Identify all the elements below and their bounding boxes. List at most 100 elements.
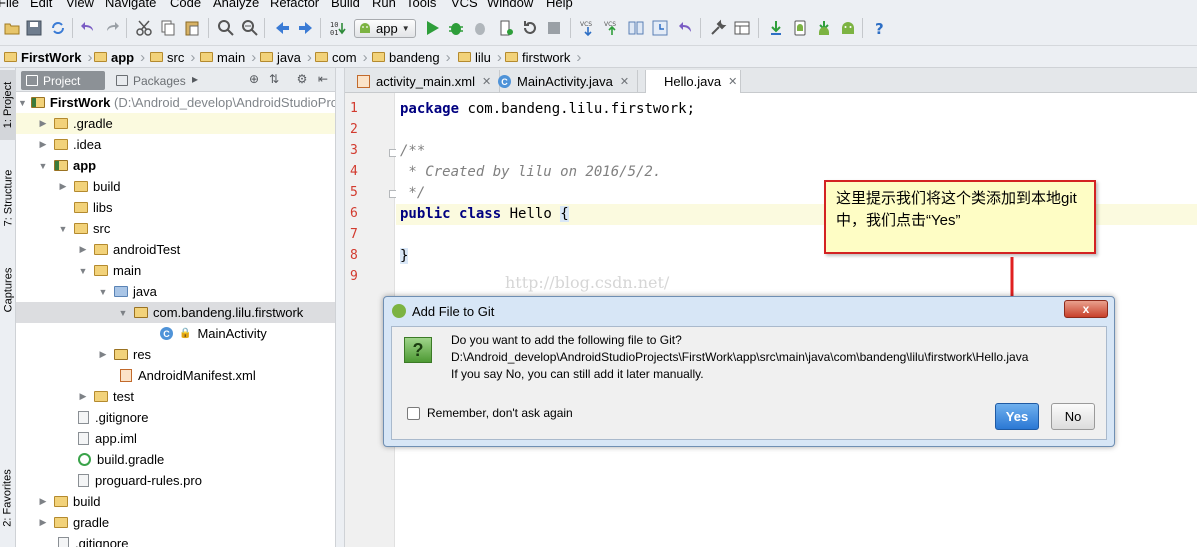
- tree-item-androidtest[interactable]: ▶ androidTest: [16, 239, 335, 260]
- breadcrumb-item-firstwork[interactable]: FirstWork ›: [4, 46, 92, 68]
- tab-packages[interactable]: Packages: [111, 71, 191, 90]
- tree-item-app-iml[interactable]: app.iml: [16, 428, 335, 449]
- stop-icon[interactable]: [544, 18, 564, 38]
- sync-gradle-icon[interactable]: [766, 18, 786, 38]
- breadcrumb-item-lilu[interactable]: lilu ›: [458, 46, 502, 68]
- expand-arrow-icon[interactable]: ▼: [76, 266, 90, 276]
- close-icon[interactable]: ✕: [620, 75, 629, 88]
- tree-item-app-gitignore[interactable]: .gitignore: [16, 407, 335, 428]
- expand-arrow-icon[interactable]: ▶: [36, 139, 50, 150]
- breadcrumb-item-app[interactable]: app ›: [94, 46, 145, 68]
- side-tab-project[interactable]: 1: Project: [0, 70, 16, 140]
- undo-icon[interactable]: [78, 18, 98, 38]
- tab-scroll-right-icon[interactable]: ▸: [188, 72, 202, 86]
- rerun-icon[interactable]: [520, 18, 540, 38]
- vcs-commit-icon[interactable]: VCS: [602, 18, 622, 38]
- gear-icon[interactable]: ⚙: [295, 72, 309, 86]
- expand-arrow-icon[interactable]: ▶: [36, 496, 50, 507]
- expand-arrow-icon[interactable]: ▼: [36, 161, 50, 171]
- close-icon[interactable]: ✕: [728, 75, 737, 88]
- tree-item-gradle[interactable]: ▶ gradle: [16, 512, 335, 533]
- no-button[interactable]: No: [1051, 403, 1095, 430]
- tree-item-root-gitignore[interactable]: .gitignore: [16, 533, 335, 547]
- tree-item-firstwork[interactable]: ▼ FirstWork (D:\Android_develop\AndroidSt…: [16, 92, 335, 113]
- tree-item-gradle-dir[interactable]: ▶ .gradle: [16, 113, 335, 134]
- menu-view[interactable]: View: [66, 0, 94, 10]
- attach-debugger-icon[interactable]: [470, 18, 490, 38]
- breadcrumb-item-firstwork-pkg[interactable]: firstwork ›: [505, 46, 581, 68]
- back-icon[interactable]: [272, 18, 292, 38]
- expand-arrow-icon[interactable]: ▶: [56, 181, 70, 192]
- expand-arrow-icon[interactable]: ▼: [116, 308, 130, 318]
- tree-item-package[interactable]: ▼ com.bandeng.lilu.firstwork: [16, 302, 335, 323]
- collapse-all-icon[interactable]: ⇅: [267, 72, 281, 86]
- tree-item-mainactivity[interactable]: C 🔒 MainActivity: [16, 323, 335, 344]
- copy-icon[interactable]: [158, 18, 178, 38]
- expand-arrow-icon[interactable]: ▶: [76, 244, 90, 255]
- tree-item-idea[interactable]: ▶ .idea: [16, 134, 335, 155]
- expand-arrow-icon[interactable]: ▶: [36, 517, 50, 528]
- tree-item-build-gradle[interactable]: build.gradle: [16, 449, 335, 470]
- side-tab-structure[interactable]: 7: Structure: [0, 160, 16, 235]
- save-icon[interactable]: [24, 18, 44, 38]
- sync-icon[interactable]: [48, 18, 68, 38]
- avd-manager-icon[interactable]: [790, 18, 810, 38]
- history-icon[interactable]: [650, 18, 670, 38]
- breadcrumb-item-bandeng[interactable]: bandeng ›: [372, 46, 451, 68]
- expand-arrow-icon[interactable]: ▼: [18, 98, 27, 108]
- menu-code[interactable]: Code: [170, 0, 201, 10]
- tree-item-src[interactable]: ▼ src: [16, 218, 335, 239]
- menu-refactor[interactable]: Refactor: [270, 0, 319, 10]
- revert-icon[interactable]: [676, 18, 696, 38]
- cut-icon[interactable]: [134, 18, 154, 38]
- breadcrumb-item-main[interactable]: main ›: [200, 46, 256, 68]
- open-icon[interactable]: [2, 18, 22, 38]
- expand-arrow-icon[interactable]: ▶: [76, 391, 90, 402]
- sdk-manager-icon[interactable]: [814, 18, 834, 38]
- menu-file[interactable]: File: [0, 0, 19, 10]
- replace-icon[interactable]: [240, 18, 260, 38]
- remember-checkbox-label[interactable]: Remember, don't ask again: [427, 406, 573, 420]
- side-tab-captures[interactable]: Captures: [0, 260, 16, 320]
- run-icon[interactable]: [422, 18, 442, 38]
- close-button[interactable]: x: [1064, 300, 1108, 318]
- debug-icon[interactable]: [446, 18, 466, 38]
- help-icon[interactable]: ?: [870, 18, 890, 38]
- dialog-title-bar[interactable]: Add File to Git: [384, 297, 1114, 325]
- android-device-monitor-icon[interactable]: [838, 18, 858, 38]
- breadcrumb-item-src[interactable]: src ›: [150, 46, 195, 68]
- yes-button[interactable]: Yes: [995, 403, 1039, 430]
- tree-item-manifest[interactable]: AndroidManifest.xml: [16, 365, 335, 386]
- tab-hello-java[interactable]: Hello.java ✕: [645, 70, 741, 93]
- menu-run[interactable]: Run: [372, 0, 396, 10]
- vcs-update-icon[interactable]: VCS: [578, 18, 598, 38]
- menu-navigate[interactable]: Navigate: [105, 0, 156, 10]
- tree-item-proguard[interactable]: proguard-rules.pro: [16, 470, 335, 491]
- remember-checkbox[interactable]: [407, 407, 420, 420]
- panel-splitter[interactable]: [335, 68, 345, 547]
- settings-icon[interactable]: [708, 18, 728, 38]
- scroll-from-source-icon[interactable]: ⊕: [247, 72, 261, 86]
- tree-item-test[interactable]: ▶ test: [16, 386, 335, 407]
- tree-item-root-build[interactable]: ▶ build: [16, 491, 335, 512]
- run-config-selector[interactable]: app ▼: [354, 19, 416, 38]
- tab-activity-main-xml[interactable]: activity_main.xml ✕: [349, 70, 501, 93]
- menu-build[interactable]: Build: [331, 0, 360, 10]
- tree-item-app[interactable]: ▼ app: [16, 155, 335, 176]
- tree-item-java[interactable]: ▼ java: [16, 281, 335, 302]
- tree-item-res[interactable]: ▶ res: [16, 344, 335, 365]
- forward-icon[interactable]: [296, 18, 316, 38]
- tree-item-build[interactable]: ▶ build: [16, 176, 335, 197]
- tab-mainactivity-java[interactable]: C MainActivity.java ✕: [490, 70, 639, 93]
- expand-arrow-icon[interactable]: ▼: [96, 287, 110, 297]
- menu-edit[interactable]: Edit: [30, 0, 52, 10]
- breadcrumb-item-com[interactable]: com ›: [315, 46, 368, 68]
- expand-arrow-icon[interactable]: ▶: [96, 349, 110, 360]
- project-structure-icon[interactable]: [732, 18, 752, 38]
- compare-icon[interactable]: [626, 18, 646, 38]
- expand-arrow-icon[interactable]: ▶: [36, 118, 50, 129]
- menu-analyze[interactable]: Analyze: [213, 0, 259, 10]
- make-icon[interactable]: 10 01: [328, 18, 348, 38]
- find-icon[interactable]: [216, 18, 236, 38]
- redo-icon[interactable]: [102, 18, 122, 38]
